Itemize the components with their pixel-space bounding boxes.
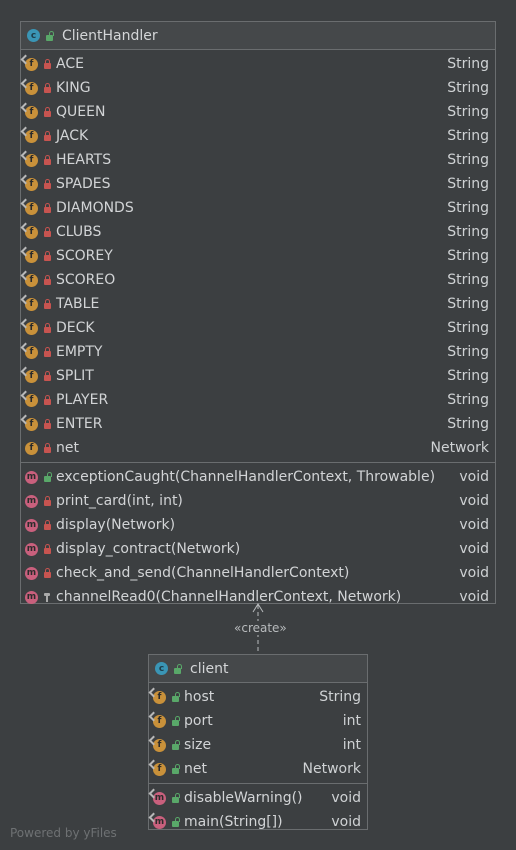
class-icon: c [155, 662, 168, 675]
field-row[interactable]: f host String [148, 685, 367, 709]
field-row[interactable]: f port int [148, 709, 367, 733]
static-pin-icon [148, 687, 159, 697]
public-lock-icon [170, 692, 180, 703]
edge-label: «create» [232, 621, 289, 635]
public-lock-icon [170, 740, 180, 751]
public-lock-icon [170, 716, 180, 727]
field-icon: f [148, 687, 166, 704]
class-header[interactable]: c client [149, 655, 367, 683]
member-type: void [331, 814, 361, 830]
member-name: net [184, 761, 207, 777]
public-lock-icon [170, 793, 180, 804]
footer-credit: Powered by yFiles [10, 826, 117, 840]
public-lock-icon [172, 663, 182, 674]
member-type: String [319, 689, 361, 705]
static-pin-icon [148, 711, 159, 721]
static-pin-icon [148, 812, 159, 822]
static-pin-icon [148, 788, 159, 798]
method-row[interactable]: m disableWarning() void [148, 786, 367, 810]
method-icon: m [148, 812, 166, 829]
member-name: host [184, 689, 215, 705]
member-name: main(String[]) [184, 814, 283, 830]
static-pin-icon [148, 759, 159, 769]
member-type: void [331, 790, 361, 806]
public-lock-icon [170, 764, 180, 775]
methods-section: m disableWarning() void m main(String[]) void [148, 783, 367, 836]
field-row[interactable]: f net Network [148, 757, 367, 781]
class-client[interactable]: c client f host String f port int f size int f net… [148, 654, 368, 830]
field-icon: f [148, 759, 166, 776]
class-title: client [190, 660, 229, 677]
method-icon: m [148, 788, 166, 805]
member-name: disableWarning() [184, 790, 303, 806]
member-type: Network [302, 761, 361, 777]
member-name: size [184, 737, 212, 753]
static-pin-icon [148, 735, 159, 745]
field-icon: f [148, 735, 166, 752]
member-name: port [184, 713, 213, 729]
method-row[interactable]: m main(String[]) void [148, 810, 367, 834]
fields-section: f host String f port int f size int f net Network [148, 683, 367, 783]
member-type: int [342, 737, 361, 753]
field-row[interactable]: f size int [148, 733, 367, 757]
public-lock-icon [170, 817, 180, 828]
member-type: int [342, 713, 361, 729]
field-icon: f [148, 711, 166, 728]
